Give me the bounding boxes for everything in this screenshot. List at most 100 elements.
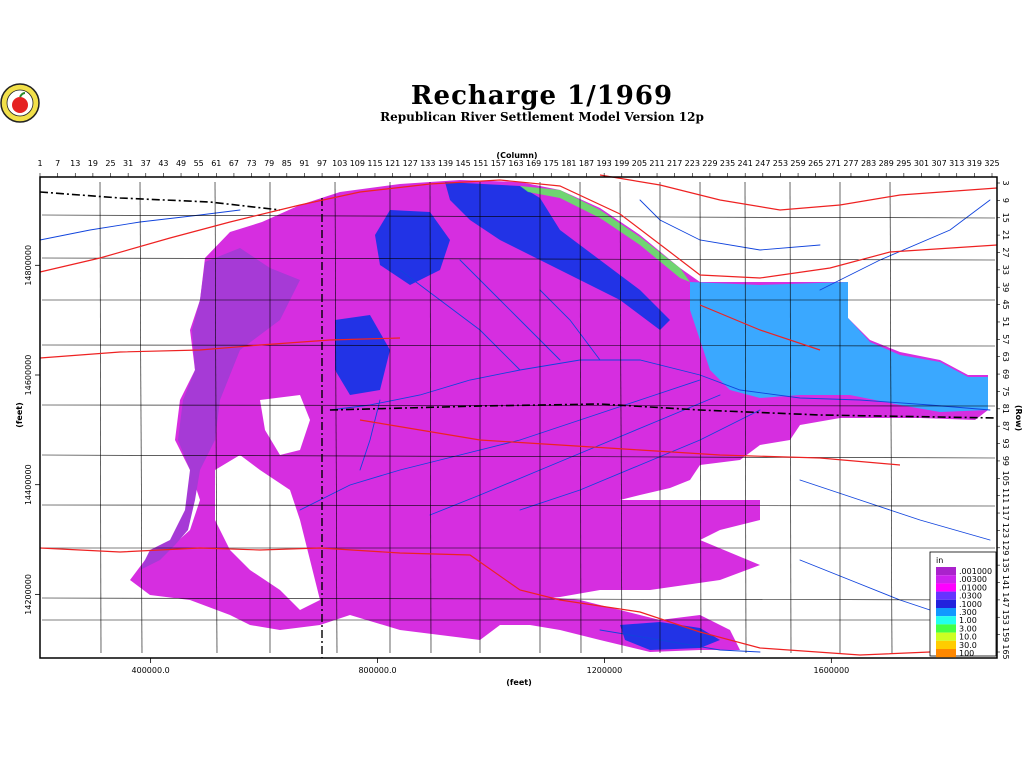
legend-swatch bbox=[936, 567, 956, 576]
column-tick-label: 325 bbox=[984, 159, 999, 168]
row-tick-label: 117 bbox=[1001, 505, 1010, 520]
column-tick-label: 73 bbox=[246, 159, 256, 168]
legend-swatch bbox=[936, 599, 956, 608]
column-tick-label: 157 bbox=[491, 159, 506, 168]
y-tick-label: 14200000 bbox=[24, 574, 33, 615]
column-tick-label: 79 bbox=[264, 159, 274, 168]
legend-swatch bbox=[936, 640, 956, 649]
column-tick-label: 109 bbox=[350, 159, 365, 168]
column-tick-label: 145 bbox=[455, 159, 470, 168]
row-tick-label: 75 bbox=[1001, 386, 1010, 396]
column-tick-label: 307 bbox=[931, 159, 946, 168]
column-tick-label: 199 bbox=[614, 159, 629, 168]
column-tick-label: 91 bbox=[299, 159, 309, 168]
column-tick-label: 211 bbox=[649, 159, 664, 168]
column-tick-label: 247 bbox=[755, 159, 770, 168]
column-tick-label: 85 bbox=[282, 159, 292, 168]
legend-swatch bbox=[936, 632, 956, 641]
map-title: Recharge 1/1969 bbox=[411, 81, 673, 111]
row-tick-label: 9 bbox=[1001, 198, 1010, 203]
row-tick-label: 147 bbox=[1001, 592, 1010, 607]
column-tick-label: 43 bbox=[158, 159, 168, 168]
x-tick-label: 800000.0 bbox=[358, 666, 396, 675]
legend: in .001000.00300.01000.0300.1000.3001.00… bbox=[929, 551, 997, 658]
column-tick-label: 217 bbox=[667, 159, 682, 168]
row-tick-label: 87 bbox=[1001, 421, 1010, 431]
legend-swatch bbox=[936, 616, 956, 625]
column-tick-label: 235 bbox=[720, 159, 735, 168]
column-tick-label: 1 bbox=[37, 159, 42, 168]
column-tick-label: 265 bbox=[808, 159, 823, 168]
legend-swatch bbox=[936, 575, 956, 584]
y-axis-label: (feet) bbox=[15, 402, 24, 427]
row-tick-label: 81 bbox=[1001, 404, 1010, 414]
column-tick-label: 13 bbox=[70, 159, 80, 168]
y-tick-label: 14600000 bbox=[24, 355, 33, 396]
column-tick-label: 97 bbox=[317, 159, 327, 168]
column-tick-label: 115 bbox=[367, 159, 382, 168]
x-axis-ticks: 400000.0 800000.0 1200000 1600000 bbox=[132, 658, 850, 675]
x-tick-label: 1200000 bbox=[587, 666, 623, 675]
column-tick-label: 193 bbox=[597, 159, 612, 168]
legend-label: 100 bbox=[959, 649, 974, 658]
row-tick-label: 93 bbox=[1001, 438, 1010, 448]
row-tick-label: 123 bbox=[1001, 523, 1010, 538]
row-axis-ticks: 3915212733394551576369758187939910511111… bbox=[997, 180, 1010, 660]
row-tick-label: 33 bbox=[1001, 265, 1010, 275]
legend-unit: in bbox=[936, 556, 943, 565]
row-tick-label: 51 bbox=[1001, 317, 1010, 327]
map-figure: Recharge 1/1969 Republican River Settlem… bbox=[0, 81, 1023, 687]
legend-swatch bbox=[936, 591, 956, 600]
column-tick-label: 253 bbox=[773, 159, 788, 168]
apple-logo-icon bbox=[0, 83, 40, 123]
column-tick-label: 55 bbox=[194, 159, 204, 168]
column-tick-label: 241 bbox=[738, 159, 753, 168]
x-tick-label: 400000.0 bbox=[132, 666, 170, 675]
row-tick-label: 57 bbox=[1001, 334, 1010, 344]
column-tick-label: 271 bbox=[826, 159, 841, 168]
column-tick-label: 175 bbox=[544, 159, 559, 168]
column-tick-label: 223 bbox=[685, 159, 700, 168]
x-tick-label: 1600000 bbox=[814, 666, 850, 675]
column-tick-label: 133 bbox=[420, 159, 435, 168]
column-tick-label: 277 bbox=[843, 159, 858, 168]
y-tick-label: 14800000 bbox=[24, 245, 33, 286]
legend-swatch bbox=[936, 583, 956, 592]
row-tick-label: 39 bbox=[1001, 282, 1010, 292]
y-axis-ticks: 14800000 14600000 14400000 14200000 bbox=[24, 245, 40, 615]
row-tick-label: 15 bbox=[1001, 213, 1010, 223]
column-tick-label: 259 bbox=[790, 159, 805, 168]
legend-swatch bbox=[936, 608, 956, 617]
row-tick-label: 3 bbox=[1001, 180, 1010, 185]
y-tick-label: 14400000 bbox=[24, 464, 33, 505]
column-tick-label: 229 bbox=[702, 159, 717, 168]
row-tick-label: 135 bbox=[1001, 558, 1010, 573]
row-tick-label: 45 bbox=[1001, 299, 1010, 309]
row-tick-label: 21 bbox=[1001, 230, 1010, 240]
column-tick-label: 67 bbox=[229, 159, 239, 168]
column-tick-label: 151 bbox=[473, 159, 488, 168]
row-tick-label: 129 bbox=[1001, 540, 1010, 555]
column-tick-label: 7 bbox=[55, 159, 60, 168]
column-tick-label: 121 bbox=[385, 159, 400, 168]
row-tick-label: 63 bbox=[1001, 352, 1010, 362]
column-tick-label: 103 bbox=[332, 159, 347, 168]
column-tick-label: 19 bbox=[88, 159, 98, 168]
row-tick-label: 141 bbox=[1001, 575, 1010, 590]
column-tick-label: 37 bbox=[141, 159, 151, 168]
column-tick-label: 283 bbox=[861, 159, 876, 168]
map-subtitle: Republican River Settlement Model Versio… bbox=[380, 110, 704, 124]
row-tick-label: 99 bbox=[1001, 456, 1010, 466]
row-axis-label: (Row) bbox=[1014, 405, 1023, 431]
row-tick-label: 105 bbox=[1001, 471, 1010, 486]
column-tick-label: 295 bbox=[896, 159, 911, 168]
row-tick-label: 165 bbox=[1001, 644, 1010, 659]
column-tick-label: 139 bbox=[438, 159, 453, 168]
column-tick-label: 181 bbox=[561, 159, 576, 168]
column-tick-label: 127 bbox=[403, 159, 418, 168]
row-tick-label: 111 bbox=[1001, 488, 1010, 503]
column-tick-label: 205 bbox=[632, 159, 647, 168]
column-axis-ticks: 1 7 13 19 25 31 37 43 49 55 61 67 73 79 85 91 97 103 109 11… bbox=[37, 159, 1000, 177]
row-tick-label: 159 bbox=[1001, 627, 1010, 642]
x-axis-label: (feet) bbox=[506, 678, 531, 687]
